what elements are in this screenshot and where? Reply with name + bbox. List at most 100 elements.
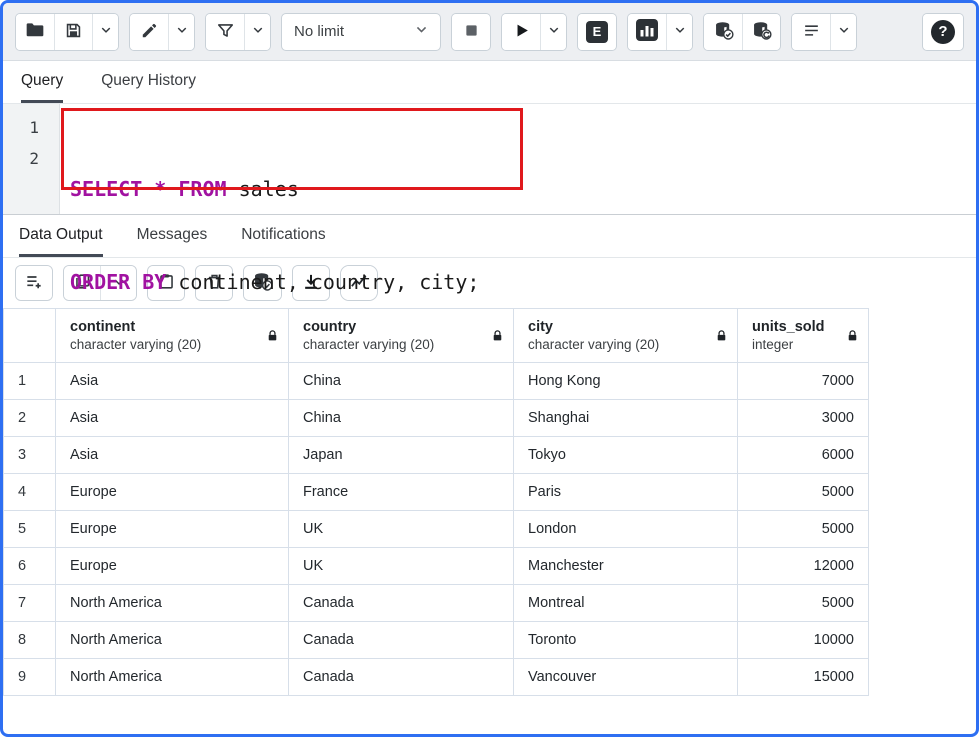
row-number[interactable]: 8: [4, 622, 56, 659]
macro-options-button[interactable]: [830, 14, 856, 50]
grid-cell[interactable]: Tokyo: [514, 437, 738, 474]
grid-cell[interactable]: 7000: [738, 363, 869, 400]
row-number[interactable]: 9: [4, 659, 56, 696]
save-icon: [64, 21, 83, 43]
grid-cell[interactable]: Canada: [289, 659, 514, 696]
query-tool-window: No limit: [0, 0, 979, 737]
query-tabbar: Query Query History: [3, 61, 976, 104]
sql-keyword: ORDER BY: [70, 270, 166, 294]
row-number[interactable]: 6: [4, 548, 56, 585]
table-row: 1 AsiaChinaHong Kong7000: [4, 363, 869, 400]
tab-query-history[interactable]: Query History: [101, 61, 196, 103]
grid-cell[interactable]: UK: [289, 511, 514, 548]
edit-pencil-icon: [140, 21, 159, 43]
row-number[interactable]: 1: [4, 363, 56, 400]
table-row: 8 North AmericaCanadaToronto10000: [4, 622, 869, 659]
column-header-city[interactable]: city character varying (20): [514, 309, 738, 363]
grid-cell[interactable]: China: [289, 400, 514, 437]
grid-cell[interactable]: 6000: [738, 437, 869, 474]
stop-icon: [462, 21, 481, 43]
execute-button[interactable]: [502, 14, 540, 50]
add-row-button[interactable]: [16, 266, 52, 300]
column-header-units-sold[interactable]: units_sold integer: [738, 309, 869, 363]
rollback-button[interactable]: [742, 14, 780, 50]
edit-options-button[interactable]: [168, 14, 194, 50]
help-button[interactable]: ?: [923, 14, 963, 50]
transaction-button-group: [703, 13, 781, 51]
explain-analyze-icon: [636, 19, 658, 44]
explain-button[interactable]: E: [578, 14, 616, 50]
grid-cell[interactable]: North America: [56, 585, 289, 622]
grid-cell[interactable]: London: [514, 511, 738, 548]
grid-cell[interactable]: 10000: [738, 622, 869, 659]
line-number: 1: [3, 112, 39, 143]
column-name: city: [528, 319, 709, 335]
save-button[interactable]: [54, 14, 92, 50]
stop-button-group: [451, 13, 491, 51]
grid-cell[interactable]: 5000: [738, 585, 869, 622]
query-editor[interactable]: 1 2 SELECT * FROM sales ORDER BY contine…: [3, 104, 976, 214]
edit-button[interactable]: [130, 14, 168, 50]
save-options-button[interactable]: [92, 14, 118, 50]
grid-cell[interactable]: Canada: [289, 622, 514, 659]
sql-text: sales: [227, 177, 299, 201]
explain-analyze-button[interactable]: [628, 14, 666, 50]
grid-cell[interactable]: Hong Kong: [514, 363, 738, 400]
grid-cell[interactable]: Europe: [56, 548, 289, 585]
grid-cell[interactable]: 5000: [738, 511, 869, 548]
execute-options-button[interactable]: [540, 14, 566, 50]
row-number[interactable]: 5: [4, 511, 56, 548]
grid-cell[interactable]: 12000: [738, 548, 869, 585]
grid-cell[interactable]: Canada: [289, 585, 514, 622]
row-limit-select[interactable]: No limit: [281, 13, 441, 51]
chevron-down-icon: [548, 24, 560, 39]
explain-options-button[interactable]: [666, 14, 692, 50]
grid-cell[interactable]: Asia: [56, 437, 289, 474]
filter-button[interactable]: [206, 14, 244, 50]
column-header-country[interactable]: country character varying (20): [289, 309, 514, 363]
grid-cell[interactable]: Paris: [514, 474, 738, 511]
chevron-down-icon: [674, 24, 686, 39]
grid-cell[interactable]: France: [289, 474, 514, 511]
sql-code[interactable]: SELECT * FROM sales ORDER BY continent, …: [60, 104, 479, 214]
sql-line-2: ORDER BY continent, country, city;: [70, 267, 479, 298]
grid-cell[interactable]: North America: [56, 659, 289, 696]
open-file-button[interactable]: [16, 14, 54, 50]
explain-analyze-button-group: [627, 13, 693, 51]
grid-cell[interactable]: 3000: [738, 400, 869, 437]
table-row: 6 EuropeUKManchester12000: [4, 548, 869, 585]
grid-corner-cell[interactable]: [4, 309, 56, 363]
grid-header-row: continent character varying (20) country…: [4, 309, 869, 363]
edit-button-group: [129, 13, 195, 51]
add-row-button-group: [15, 265, 53, 301]
row-number[interactable]: 4: [4, 474, 56, 511]
row-number[interactable]: 3: [4, 437, 56, 474]
grid-cell[interactable]: Japan: [289, 437, 514, 474]
filter-options-button[interactable]: [244, 14, 270, 50]
grid-body: 1 AsiaChinaHong Kong7000 2 AsiaChinaShan…: [4, 363, 869, 696]
grid-cell[interactable]: Toronto: [514, 622, 738, 659]
grid-cell[interactable]: Asia: [56, 400, 289, 437]
filter-icon: [216, 21, 235, 43]
grid-cell[interactable]: 15000: [738, 659, 869, 696]
grid-cell[interactable]: Shanghai: [514, 400, 738, 437]
macro-button[interactable]: [792, 14, 830, 50]
grid-cell[interactable]: Asia: [56, 363, 289, 400]
grid-cell[interactable]: Europe: [56, 511, 289, 548]
grid-cell[interactable]: Europe: [56, 474, 289, 511]
grid-cell[interactable]: Manchester: [514, 548, 738, 585]
main-toolbar: No limit: [3, 3, 976, 61]
grid-cell[interactable]: 5000: [738, 474, 869, 511]
row-number[interactable]: 7: [4, 585, 56, 622]
grid-cell[interactable]: Vancouver: [514, 659, 738, 696]
grid-cell[interactable]: North America: [56, 622, 289, 659]
column-header-continent[interactable]: continent character varying (20): [56, 309, 289, 363]
grid-cell[interactable]: China: [289, 363, 514, 400]
explain-button-group: E: [577, 13, 617, 51]
tab-query[interactable]: Query: [21, 61, 63, 103]
grid-cell[interactable]: UK: [289, 548, 514, 585]
grid-cell[interactable]: Montreal: [514, 585, 738, 622]
commit-button[interactable]: [704, 14, 742, 50]
row-number[interactable]: 2: [4, 400, 56, 437]
stop-button[interactable]: [452, 14, 490, 50]
